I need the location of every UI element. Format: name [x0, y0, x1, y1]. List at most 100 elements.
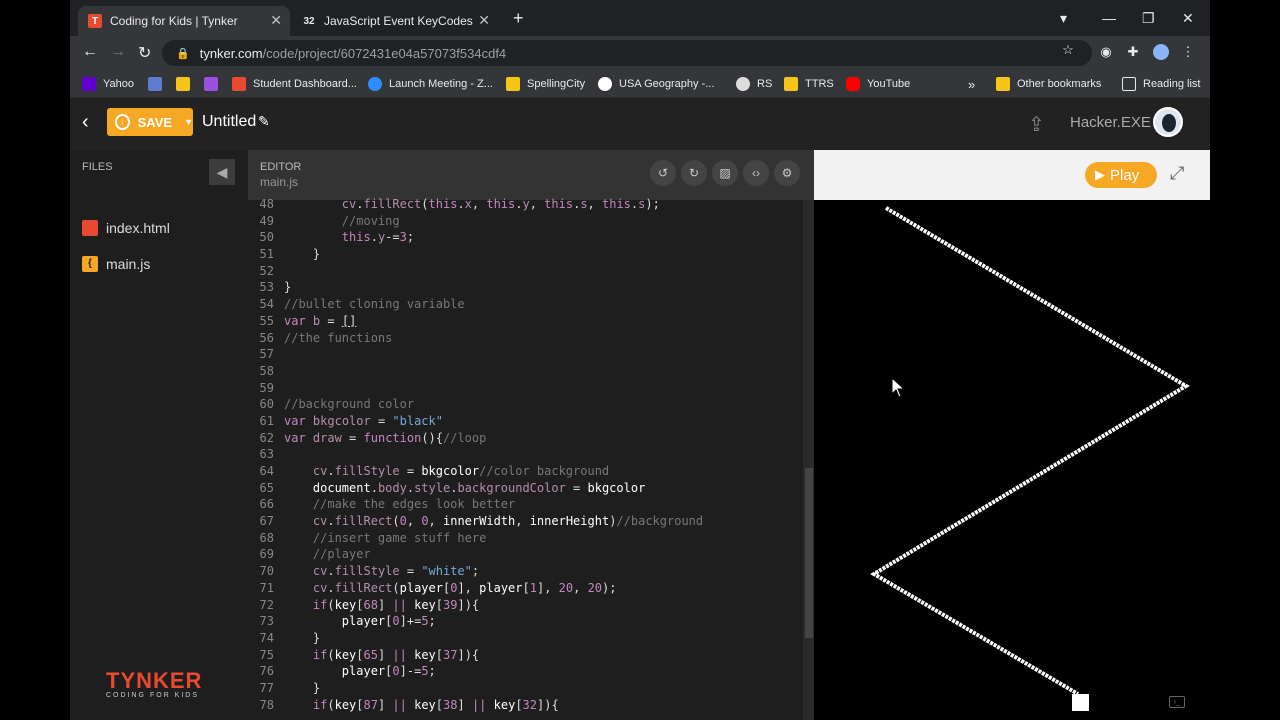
bookmark-launch-meeting[interactable]: Launch Meeting - Z...: [368, 75, 493, 93]
menu-icon[interactable]: ⋮: [1180, 44, 1196, 60]
gear-icon[interactable]: ⚙: [774, 160, 800, 186]
undo-icon[interactable]: ↺: [650, 160, 676, 186]
code-line[interactable]: 52: [248, 263, 804, 280]
avatar-face: [1162, 114, 1176, 132]
bookmark-youtube[interactable]: YouTube: [846, 75, 910, 93]
chevron-down-icon[interactable]: ▼: [184, 117, 193, 127]
back-icon[interactable]: ←: [82, 43, 98, 61]
code-line[interactable]: 66 //make the edges look better: [248, 496, 804, 513]
code-line[interactable]: 61 var bkgcolor = "black": [248, 413, 804, 430]
html-file-icon: [82, 220, 98, 236]
reading-list[interactable]: Reading list: [1122, 75, 1200, 93]
download-icon: ↓: [115, 114, 130, 130]
bookmark-yahoo[interactable]: Yahoo: [82, 75, 134, 93]
code-line[interactable]: 71 cv.fillRect(player[0], player[1], 20,…: [248, 580, 804, 597]
tab-title: JavaScript Event KeyCodes: [324, 14, 473, 28]
close-tab-icon[interactable]: ✕: [270, 12, 282, 29]
code-line[interactable]: 64 cv.fillStyle = bkgcolor//color backgr…: [248, 463, 804, 480]
console-icon[interactable]: ›_: [1169, 696, 1185, 708]
code-icon[interactable]: ‹›: [743, 160, 769, 186]
bookmark-icon-2[interactable]: [176, 75, 197, 93]
code-line[interactable]: 67 cv.fillRect(0, 0, innerWidth, innerHe…: [248, 513, 804, 530]
minimize-icon[interactable]: —: [1102, 10, 1116, 26]
code-line[interactable]: 58: [248, 363, 804, 380]
code-line[interactable]: 50 this.y-=3;: [248, 229, 804, 246]
geography-icon: [598, 77, 612, 91]
other-bookmarks[interactable]: Other bookmarks: [996, 75, 1101, 93]
code-line[interactable]: 56 //the functions: [248, 330, 804, 347]
file-main-js[interactable]: { main.js: [82, 256, 150, 272]
new-tab-button[interactable]: +: [513, 8, 524, 29]
bookmark-icon-1[interactable]: [148, 75, 169, 93]
code-line[interactable]: 76 player[0]-=5;: [248, 663, 804, 680]
share-icon[interactable]: ⇪: [1028, 112, 1045, 137]
line-number: 71: [259, 580, 274, 595]
close-window-icon[interactable]: ✕: [1182, 10, 1194, 27]
line-number: 49: [259, 213, 274, 228]
bookmark-rs[interactable]: RS: [736, 75, 772, 93]
file-index-html[interactable]: index.html: [82, 220, 170, 236]
code-line[interactable]: 54 //bullet cloning variable: [248, 296, 804, 313]
more-bookmarks-button[interactable]: »: [968, 75, 975, 93]
reading-list-icon: [1122, 77, 1136, 91]
reload-icon[interactable]: ↻: [138, 43, 151, 63]
code-line[interactable]: 62 var draw = function(){//loop: [248, 430, 804, 447]
restore-icon[interactable]: ❐: [1142, 10, 1155, 27]
code-line[interactable]: 65 document.body.style.backgroundColor =…: [248, 480, 804, 497]
scrollbar-thumb[interactable]: [805, 468, 813, 638]
avatar[interactable]: [1153, 107, 1183, 137]
code-line[interactable]: 63: [248, 446, 804, 463]
game-canvas[interactable]: [814, 200, 1210, 720]
code-line[interactable]: 55 var b = []: [248, 313, 804, 330]
code-line[interactable]: 51 }: [248, 246, 804, 263]
code-lines[interactable]: 48 cv.fillRect(this.x, this.y, this.s, t…: [248, 196, 804, 720]
code-line[interactable]: 73 player[0]+=5;: [248, 613, 804, 630]
fullscreen-icon[interactable]: ⤢: [1170, 163, 1184, 184]
code-line[interactable]: 69 //player: [248, 546, 804, 563]
code-line[interactable]: 60 //background color: [248, 396, 804, 413]
line-number: 51: [259, 247, 274, 262]
code-line[interactable]: 68 //insert game stuff here: [248, 530, 804, 547]
redo-icon[interactable]: ↻: [681, 160, 707, 186]
code-line[interactable]: 57: [248, 346, 804, 363]
code-line[interactable]: 78 if(key[87] || key[38] || key[32]){: [248, 697, 804, 714]
bookmark-spellingcity[interactable]: SpellingCity: [506, 75, 585, 93]
bookmark-ttrs[interactable]: TTRS: [784, 75, 834, 93]
code-line[interactable]: 49 //moving: [248, 213, 804, 230]
project-title[interactable]: Untitled: [202, 113, 256, 131]
line-number: 73: [259, 614, 274, 629]
extension-icon[interactable]: ◉: [1098, 44, 1114, 60]
image-icon[interactable]: ▨: [712, 160, 738, 186]
collapse-panel-icon[interactable]: ◀: [209, 159, 235, 185]
profile-icon[interactable]: [1153, 44, 1169, 60]
code-line[interactable]: 72 if(key[68] || key[39]){: [248, 597, 804, 614]
puzzle-icon[interactable]: ✚: [1125, 44, 1141, 60]
username[interactable]: Hacker.EXE: [1070, 114, 1151, 131]
bookmark-student-dashboard[interactable]: Student Dashboard...: [232, 75, 357, 93]
code-line[interactable]: 75 if(key[65] || key[37]){: [248, 647, 804, 664]
line-text: }: [284, 630, 321, 645]
tab-search-icon[interactable]: ▾: [1060, 10, 1067, 27]
back-arrow-icon[interactable]: ‹: [82, 111, 89, 134]
code-line[interactable]: 77 }: [248, 680, 804, 697]
bookmark-icon-3[interactable]: [204, 75, 225, 93]
tab-tynker[interactable]: T Coding for Kids | Tynker ✕: [78, 6, 290, 36]
bookmark-usa-geography[interactable]: USA Geography -...: [598, 75, 714, 93]
bookmark-star-icon[interactable]: ☆: [1060, 42, 1076, 58]
tab-keycodes[interactable]: 32 JavaScript Event KeyCodes ✕: [292, 6, 498, 36]
code-line[interactable]: 48 cv.fillRect(this.x, this.y, this.s, t…: [248, 196, 804, 213]
scrollbar-track[interactable]: [803, 200, 814, 720]
url-path: /code/project/6072431e04a57073f534cdf4: [262, 45, 507, 61]
code-line[interactable]: 74 }: [248, 630, 804, 647]
line-number: 76: [259, 664, 274, 679]
save-button[interactable]: ↓ SAVE ▼: [107, 108, 193, 136]
address-bar[interactable]: 🔒 tynker.com/code/project/6072431e04a570…: [162, 40, 1092, 66]
code-line[interactable]: 53}: [248, 279, 804, 296]
pencil-icon[interactable]: ✎: [258, 113, 270, 130]
code-line[interactable]: 59: [248, 380, 804, 397]
play-button[interactable]: ▶ Play: [1085, 162, 1157, 188]
forward-icon[interactable]: →: [110, 43, 126, 61]
code-line[interactable]: 70 cv.fillStyle = "white";: [248, 563, 804, 580]
close-tab-icon[interactable]: ✕: [478, 12, 490, 29]
app-header: ‹ ↓ SAVE ▼ Untitled ✎ ⇪ Hacker.EXE: [70, 98, 1210, 150]
